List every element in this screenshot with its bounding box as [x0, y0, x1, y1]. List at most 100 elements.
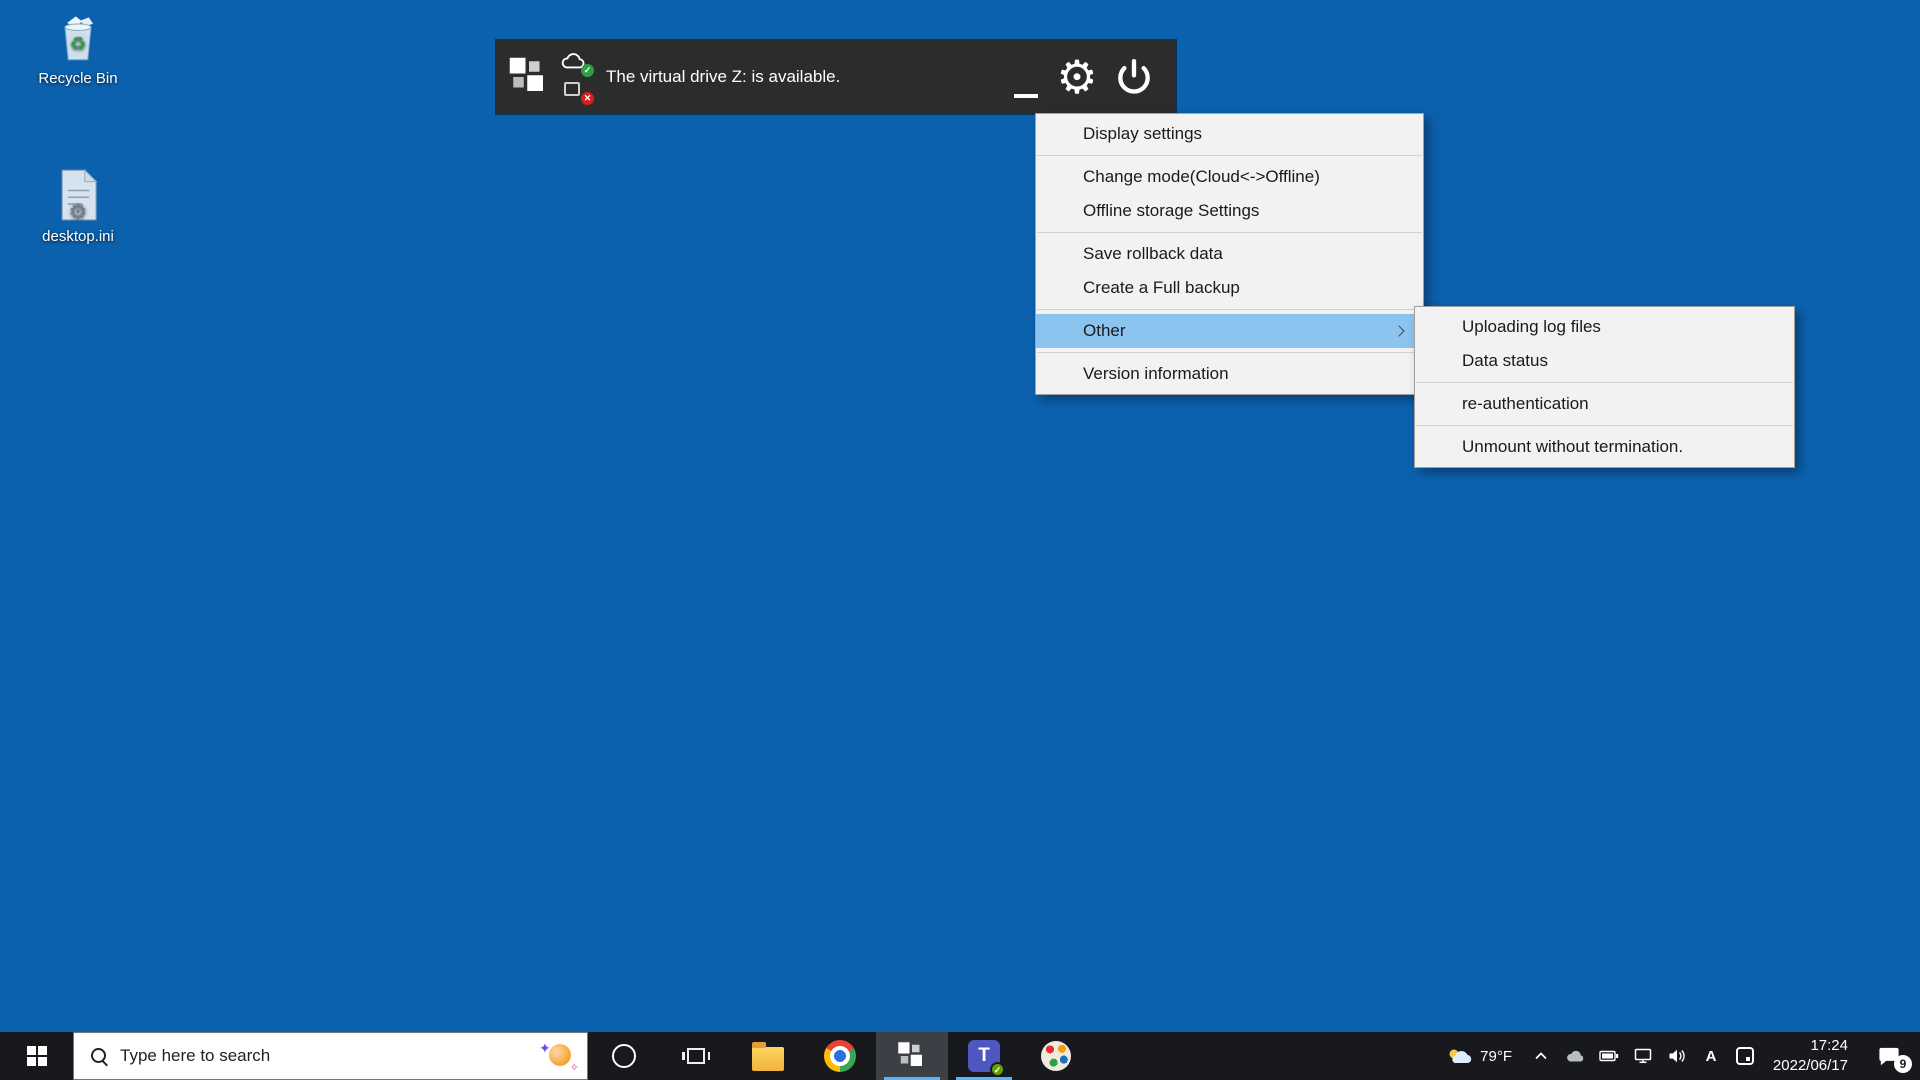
desktop-ini-desktop-icon[interactable]: ⚙ desktop.ini [26, 168, 130, 245]
battery-icon [1599, 1049, 1619, 1063]
app-taskbar-button[interactable] [876, 1032, 948, 1080]
submenu-item-uploading-log-files[interactable]: Uploading log files [1415, 310, 1794, 344]
recycle-bin-label: Recycle Bin [38, 70, 117, 87]
menu-separator [1416, 425, 1793, 426]
menu-item-label: Version information [1083, 364, 1229, 383]
paint-button[interactable] [1020, 1032, 1092, 1080]
minimize-button[interactable] [1004, 40, 1048, 114]
status-text: The virtual drive Z: is available. [606, 67, 840, 87]
display-button[interactable] [1626, 1032, 1660, 1080]
menu-separator [1037, 232, 1422, 233]
desktop-ini-label: desktop.ini [42, 228, 114, 245]
teams-letter: T [978, 1045, 990, 1067]
recycle-bin-icon: ♻ [52, 12, 104, 64]
menu-item-version-information[interactable]: Version information [1036, 357, 1423, 391]
menu-separator [1416, 382, 1793, 383]
folder-icon [752, 1047, 784, 1071]
app-logo-icon [508, 56, 550, 98]
recycle-bin-desktop-icon[interactable]: ♻ Recycle Bin [26, 12, 130, 87]
menu-item-label: Save rollback data [1083, 244, 1223, 263]
menu-item-label: Change mode(Cloud<->Offline) [1083, 167, 1320, 186]
search-highlights-icon[interactable]: ✦ ✧ [539, 1038, 579, 1074]
ime-mode-button[interactable] [1728, 1032, 1762, 1080]
notification-badge: 9 [1894, 1055, 1912, 1073]
volume-button[interactable] [1660, 1032, 1694, 1080]
cross-badge-icon: ✕ [581, 92, 594, 105]
chrome-icon [824, 1040, 856, 1072]
toolbar-buttons: ⚙ [1004, 40, 1176, 114]
presence-available-icon: ✓ [990, 1062, 1005, 1077]
submenu-arrow-icon [1393, 325, 1404, 336]
start-button[interactable] [0, 1032, 73, 1080]
drive-error-icon: ✕ [560, 79, 592, 104]
settings-context-menu: Display settings Change mode(Cloud<->Off… [1035, 113, 1424, 395]
submenu-item-unmount-without-termination[interactable]: Unmount without termination. [1415, 430, 1794, 464]
highlight-ball-icon [549, 1044, 571, 1066]
action-center-button[interactable]: 9 [1858, 1032, 1920, 1080]
taskbar: ✦ ✧ T ✓ [0, 1032, 1920, 1080]
menu-item-offline-storage-settings[interactable]: Offline storage Settings [1036, 194, 1423, 228]
gear-icon: ⚙ [1056, 51, 1097, 103]
menu-item-other[interactable]: Other [1036, 314, 1423, 348]
cortana-icon [612, 1044, 636, 1068]
connection-status-icons: ✓ ✕ [560, 51, 592, 104]
task-view-icon [687, 1048, 705, 1064]
temperature-label: 79°F [1480, 1048, 1512, 1065]
menu-item-create-full-backup[interactable]: Create a Full backup [1036, 271, 1423, 305]
file-explorer-button[interactable] [732, 1032, 804, 1080]
system-tray: 79°F [1435, 1032, 1920, 1080]
volume-icon [1667, 1048, 1687, 1064]
menu-item-save-rollback-data[interactable]: Save rollback data [1036, 237, 1423, 271]
app-logo-icon [897, 1041, 927, 1071]
tray-overflow-button[interactable] [1524, 1032, 1558, 1080]
settings-gear-button[interactable]: ⚙ [1048, 40, 1106, 114]
chevron-up-icon [1533, 1049, 1549, 1063]
teams-button[interactable]: T ✓ [948, 1032, 1020, 1080]
onedrive-button[interactable] [1558, 1032, 1592, 1080]
menu-separator [1037, 309, 1422, 310]
menu-separator [1037, 155, 1422, 156]
battery-button[interactable] [1592, 1032, 1626, 1080]
ini-file-icon: ⚙ [55, 168, 101, 222]
cloud-connected-icon: ✓ [560, 51, 592, 76]
menu-item-label: Display settings [1083, 124, 1202, 143]
weather-cloud-icon [1447, 1047, 1473, 1065]
weather-button[interactable]: 79°F [1435, 1032, 1524, 1080]
app-status-window: ✓ ✕ The virtual drive Z: is available. ⚙ [496, 40, 1176, 114]
menu-item-change-mode[interactable]: Change mode(Cloud<->Offline) [1036, 160, 1423, 194]
check-badge-icon: ✓ [581, 64, 594, 77]
ime-language-button[interactable]: A [1694, 1032, 1728, 1080]
menu-item-label: re-authentication [1462, 394, 1589, 413]
submenu-item-data-status[interactable]: Data status [1415, 344, 1794, 378]
paint-palette-icon [1041, 1041, 1071, 1071]
search-input[interactable] [120, 1046, 527, 1066]
minimize-icon [1014, 94, 1038, 98]
submenu-item-re-authentication[interactable]: re-authentication [1415, 387, 1794, 421]
chrome-button[interactable] [804, 1032, 876, 1080]
task-view-button[interactable] [660, 1032, 732, 1080]
recycle-symbol-icon: ♻ [70, 33, 87, 54]
menu-item-display-settings[interactable]: Display settings [1036, 117, 1423, 151]
cortana-button[interactable] [588, 1032, 660, 1080]
menu-item-label: Create a Full backup [1083, 278, 1240, 297]
power-button[interactable] [1106, 40, 1162, 114]
menu-item-label: Uploading log files [1462, 317, 1601, 336]
onedrive-cloud-icon [1565, 1049, 1585, 1063]
windows-logo-icon [27, 1046, 47, 1066]
display-icon [1634, 1048, 1652, 1064]
menu-item-label: Other [1083, 321, 1126, 340]
power-icon [1114, 57, 1154, 97]
clock-button[interactable]: 17:24 2022/06/17 [1762, 1032, 1858, 1080]
date-label: 2022/06/17 [1773, 1056, 1848, 1076]
taskbar-search[interactable]: ✦ ✧ [73, 1032, 588, 1080]
gear-glyph-icon: ⚙ [69, 202, 87, 222]
menu-item-label: Offline storage Settings [1083, 201, 1259, 220]
menu-separator [1037, 352, 1422, 353]
time-label: 17:24 [1810, 1036, 1848, 1056]
teams-icon: T ✓ [968, 1040, 1000, 1072]
search-icon [90, 1047, 108, 1065]
other-submenu: Uploading log files Data status re-authe… [1414, 306, 1795, 468]
menu-item-label: Unmount without termination. [1462, 437, 1683, 456]
rounded-square-icon [1736, 1047, 1754, 1065]
menu-item-label: Data status [1462, 351, 1548, 370]
